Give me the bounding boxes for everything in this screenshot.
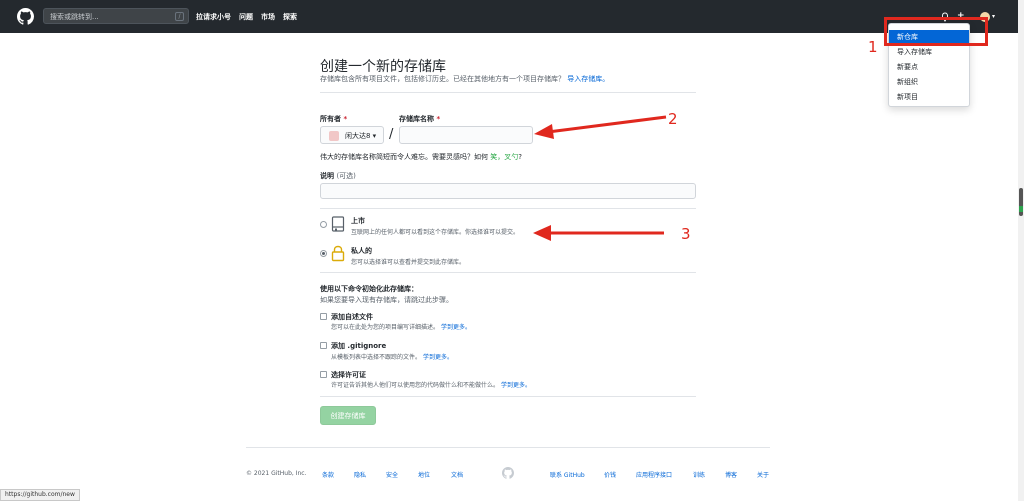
owner-select[interactable]: 闲大达8 ▾ (320, 126, 384, 144)
page-title: 创建一个新的存储库 (320, 59, 446, 75)
repo-public-icon (331, 216, 345, 232)
search-input[interactable]: 搜索或跳转到... / (43, 8, 189, 24)
initialize-title: 使用以下命令初始化此存储库： (320, 285, 418, 293)
divider (320, 208, 696, 209)
browser-status-url: https://github.com/new (0, 489, 80, 501)
readme-title: 添加自述文件 (331, 313, 373, 321)
annotation-highlight-box (884, 17, 988, 46)
subtitle-text: 存储库包含所有项目文件，包括修订历史。已经在其他地方有一个项目存储库？ (320, 75, 565, 83)
nav-marketplace[interactable]: 市场 (261, 12, 275, 22)
repo-name-hint: 伟大的存储库名称简短而令人难忘。需要灵感吗？如何 笑，叉勺? (320, 153, 522, 161)
dropdown-new-organization[interactable]: 新组织 (889, 75, 969, 89)
top-nav: 拉请求小号 问题 市场 探索 (196, 12, 297, 22)
create-repository-button[interactable]: 创建存储库 (320, 406, 376, 425)
gitignore-description: 从模板列表中选择不跟踪的文件。 学到更多。 (331, 354, 453, 361)
gitignore-title: 添加 .gitignore (331, 342, 387, 350)
private-title: 私人的 (351, 247, 372, 255)
readme-learn-more-link[interactable]: 学到更多。 (441, 324, 471, 331)
dropdown-new-gist[interactable]: 新要点 (889, 60, 969, 74)
owner-repo-separator: / (389, 127, 394, 142)
divider (320, 396, 696, 397)
repository-name-input[interactable] (399, 126, 533, 144)
gitignore-learn-more-link[interactable]: 学到更多。 (423, 354, 453, 361)
nav-explore[interactable]: 探索 (283, 12, 297, 22)
dropdown-import-repository[interactable]: 导入存储库 (889, 45, 969, 59)
footer-link-security[interactable]: 安全 (386, 470, 398, 479)
github-logo-icon[interactable] (17, 8, 34, 25)
search-shortcut-key: / (175, 12, 184, 21)
footer-link-api[interactable]: 应用程序接口 (636, 470, 672, 479)
footer-link-status[interactable]: 地位 (418, 470, 430, 479)
footer-link-about[interactable]: 关于 (757, 470, 769, 479)
import-repository-link[interactable]: 导入存储库。 (567, 75, 609, 83)
chevron-down-icon[interactable]: ▾ (992, 13, 995, 20)
search-placeholder: 搜索或跳转到... (50, 13, 99, 21)
annotation-arrow-2 (534, 115, 667, 139)
top-header: 搜索或跳转到... / 拉请求小号 问题 市场 探索 + ▾ (0, 0, 1018, 33)
readme-checkbox[interactable] (320, 313, 327, 320)
footer-link-terms[interactable]: 条款 (322, 470, 334, 479)
license-checkbox[interactable] (320, 371, 327, 378)
description-label: 说明 (可选) (320, 172, 356, 180)
private-radio[interactable] (320, 250, 327, 257)
annotation-number-2: 2 (668, 110, 678, 128)
gitignore-checkbox[interactable] (320, 342, 327, 349)
owner-name: 闲大达8 ▾ (345, 132, 377, 140)
divider (320, 92, 696, 93)
github-footer-logo-icon[interactable] (502, 467, 514, 479)
annotation-arrow-3 (533, 225, 664, 241)
name-suggestion[interactable]: 笑，叉勺 (490, 153, 518, 161)
nav-issues[interactable]: 问题 (239, 12, 253, 22)
license-description: 许可证告诉其他人他们可以使用您的代码做什么和不能做什么。 学到更多。 (331, 382, 531, 389)
public-description: 互联网上的任何人都可以看到这个存储库。你选择谁可以提交。 (351, 229, 520, 236)
public-title: 上市 (351, 217, 365, 225)
repo-name-label: 存储库名称 * (399, 115, 441, 123)
lock-icon (331, 245, 345, 262)
page-subtitle: 存储库包含所有项目文件，包括修订历史。已经在其他地方有一个项目存储库？ 导入存储… (320, 74, 609, 84)
scrollbar-track[interactable] (1018, 0, 1024, 501)
scrollbar-marker (1019, 206, 1023, 212)
footer-link-privacy[interactable]: 隐私 (354, 470, 366, 479)
readme-description: 您可以在此处为您的项目编写详细描述。 学到更多。 (331, 324, 471, 331)
dropdown-new-project[interactable]: 新项目 (889, 90, 969, 104)
owner-label: 所有者 * (320, 115, 348, 123)
private-description: 您可以选择谁可以查看并提交到此存储库。 (351, 259, 466, 266)
footer-link-pricing[interactable]: 价钱 (604, 470, 616, 479)
footer-link-contact[interactable]: 联系 GitHub (550, 470, 585, 479)
footer-link-docs[interactable]: 文档 (451, 470, 463, 479)
footer-link-blog[interactable]: 博客 (725, 470, 737, 479)
divider (320, 272, 696, 273)
footer-link-training[interactable]: 训练 (693, 470, 705, 479)
annotation-number-1: 1 (868, 38, 878, 56)
nav-pull-requests[interactable]: 拉请求小号 (196, 12, 231, 22)
footer-divider (246, 447, 770, 448)
annotation-number-3: 3 (681, 225, 691, 243)
initialize-subtitle: 如果您要导入现有存储库，请跳过此步骤。 (320, 296, 453, 304)
license-title: 选择许可证 (331, 371, 366, 379)
footer-copyright: © 2021 GitHub, Inc. (246, 470, 307, 477)
description-input[interactable] (320, 183, 696, 199)
owner-avatar (329, 131, 339, 141)
license-learn-more-link[interactable]: 学到更多。 (501, 382, 531, 389)
public-radio[interactable] (320, 221, 327, 228)
